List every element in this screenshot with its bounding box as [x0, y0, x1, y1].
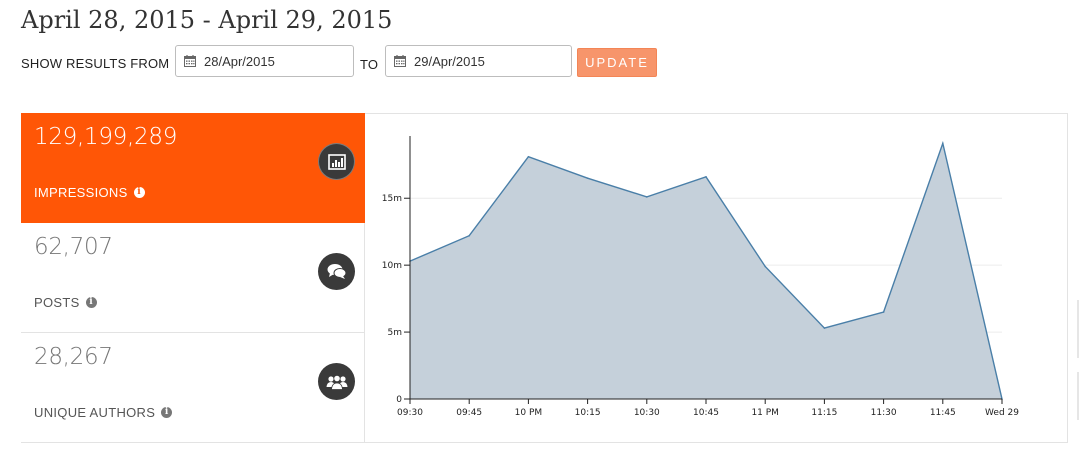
from-date-field[interactable]: 28/Apr/2015: [175, 45, 354, 77]
x-tick-label: 11:30: [871, 408, 897, 418]
impressions-card[interactable]: 129,199,289 IMPRESSIONS i: [21, 113, 365, 223]
data-point: [705, 176, 707, 178]
x-tick-label: 09:30: [397, 408, 423, 418]
from-date-value: 28/Apr/2015: [204, 53, 275, 69]
data-point: [764, 265, 766, 268]
to-date-field[interactable]: 29/Apr/2015: [385, 45, 572, 77]
group-icon: [318, 363, 355, 400]
show-results-from-label: SHOW RESULTS FROM: [21, 56, 170, 71]
data-point: [646, 196, 648, 198]
data-point: [942, 142, 944, 145]
bar-chart-icon: [318, 143, 355, 180]
impressions-label: IMPRESSIONS: [34, 185, 128, 200]
info-icon[interactable]: i: [85, 297, 97, 308]
x-tick-label: 11:45: [930, 408, 956, 418]
unique-authors-label: UNIQUE AUTHORS: [34, 405, 156, 420]
x-tick-label: 10:15: [575, 408, 601, 418]
impressions-label-row: IMPRESSIONS i: [34, 185, 145, 200]
y-tick-label: 10m: [382, 261, 402, 271]
data-point: [823, 327, 826, 329]
x-tick-label: 10:30: [634, 408, 660, 418]
data-point: [527, 155, 530, 158]
y-tick-label: 0: [396, 395, 402, 405]
calendar-icon: [184, 55, 196, 67]
posts-card[interactable]: 62,707 POSTS i: [21, 223, 365, 333]
calendar-icon: [394, 55, 406, 67]
posts-label-row: POSTS i: [34, 295, 97, 310]
unique-authors-card[interactable]: 28,267 UNIQUE AUTHORS i: [21, 333, 365, 443]
page-title: April 28, 2015 - April 29, 2015: [21, 6, 393, 34]
update-button[interactable]: UPDATE: [577, 48, 657, 77]
data-point: [468, 234, 470, 237]
chat-bubbles-icon: [318, 253, 355, 290]
data-point: [586, 177, 589, 179]
y-tick-label: 15m: [382, 194, 402, 204]
area-fill: [410, 143, 1002, 399]
data-point: [882, 311, 885, 313]
posts-label: POSTS: [34, 295, 80, 310]
impressions-value: 129,199,289: [34, 124, 178, 150]
x-tick-label: Wed 29: [985, 408, 1019, 418]
unique-authors-label-row: UNIQUE AUTHORS i: [34, 405, 173, 420]
y-tick-label: 5m: [388, 328, 403, 338]
impressions-chart: 0 5m 10m 15m 09:30 09:45 10 PM 10:15 10:30 10:45 1…: [366, 114, 1066, 442]
impressions-area-chart: 0 5m 10m 15m 09:30 09:45 10 PM 10:15 10:30 10:45 1…: [382, 136, 1019, 418]
to-label: TO: [360, 57, 379, 72]
unique-authors-value: 28,267: [34, 344, 113, 370]
x-tick-label: 10 PM: [515, 408, 543, 418]
x-tick-label: 09:45: [456, 408, 482, 418]
to-date-value: 29/Apr/2015: [414, 53, 485, 69]
x-tick-label: 11:15: [811, 408, 837, 418]
posts-value: 62,707: [34, 234, 113, 260]
x-tick-label: 10:45: [693, 408, 719, 418]
x-tick-label: 11 PM: [751, 408, 779, 418]
info-icon[interactable]: i: [161, 407, 173, 418]
info-icon[interactable]: i: [133, 187, 145, 198]
